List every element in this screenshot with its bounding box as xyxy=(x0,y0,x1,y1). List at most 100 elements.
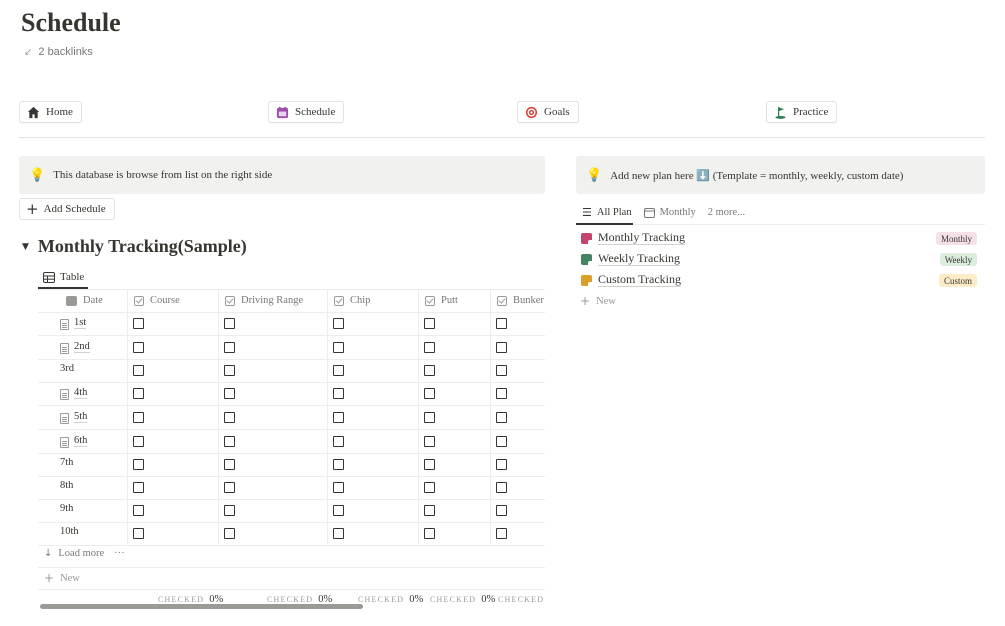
checkbox[interactable] xyxy=(133,342,144,353)
checkbox[interactable] xyxy=(333,388,344,399)
nav-home-button[interactable]: Home xyxy=(19,101,82,123)
checkbox[interactable] xyxy=(333,528,344,539)
checkbox[interactable] xyxy=(133,388,144,399)
table-row-date[interactable]: 6th xyxy=(60,434,88,448)
table-row-date[interactable]: 1st xyxy=(60,316,87,330)
column-header-label: Putt xyxy=(441,295,458,306)
checkbox[interactable] xyxy=(333,412,344,423)
column-header-label: Date xyxy=(83,295,103,306)
column-header-date[interactable]: Date xyxy=(59,289,127,312)
checkbox[interactable] xyxy=(133,528,144,539)
row-label: 8th xyxy=(60,480,74,491)
table-row-date[interactable]: 7th xyxy=(60,457,73,468)
checkbox[interactable] xyxy=(424,412,435,423)
tab-more[interactable]: 2 more... xyxy=(702,200,751,224)
checkbox[interactable] xyxy=(224,365,235,376)
checkbox[interactable] xyxy=(333,436,344,447)
checkbox[interactable] xyxy=(496,412,507,423)
checkbox[interactable] xyxy=(424,459,435,470)
tab-monthly[interactable]: Monthly xyxy=(638,200,702,224)
calc-putt[interactable]: CHECKED 0% xyxy=(430,594,495,605)
column-header-bunker[interactable]: Bunker xyxy=(490,289,545,312)
checkbox[interactable] xyxy=(496,528,507,539)
calc-chip[interactable]: CHECKED 0% xyxy=(358,594,423,605)
checkbox[interactable] xyxy=(496,365,507,376)
column-header-putt[interactable]: Putt xyxy=(418,289,490,312)
checkbox[interactable] xyxy=(224,436,235,447)
row-divider xyxy=(38,382,545,383)
load-more-button[interactable]: ↓ Load more ··· xyxy=(44,548,125,559)
checkbox[interactable] xyxy=(496,459,507,470)
checkbox[interactable] xyxy=(496,505,507,516)
lightbulb-icon: 💡 xyxy=(586,167,603,182)
checkbox[interactable] xyxy=(333,459,344,470)
column-header-driving-range[interactable]: Driving Range xyxy=(218,289,327,312)
nav-practice-button[interactable]: Practice xyxy=(766,101,838,123)
new-row-button[interactable]: + New xyxy=(44,571,80,585)
column-header-course[interactable]: Course xyxy=(127,289,218,312)
row-label: 4th xyxy=(74,386,88,400)
checkbox[interactable] xyxy=(224,505,235,516)
checkbox[interactable] xyxy=(496,482,507,493)
backlinks[interactable]: ↙ 2 backlinks xyxy=(24,46,93,58)
checkbox[interactable] xyxy=(333,365,344,376)
table-row-date[interactable]: 10th xyxy=(60,526,79,537)
checkbox[interactable] xyxy=(224,459,235,470)
plan-item-weekly[interactable]: Weekly Tracking xyxy=(581,251,681,267)
checkbox[interactable] xyxy=(133,365,144,376)
plan-item-monthly[interactable]: Monthly Tracking xyxy=(581,230,686,246)
nav-schedule-button[interactable]: Schedule xyxy=(268,101,345,123)
tab-all-plan[interactable]: ☰ All Plan xyxy=(576,200,638,224)
tab-label: 2 more... xyxy=(707,206,746,218)
checkbox[interactable] xyxy=(496,318,507,329)
plan-item-custom[interactable]: Custom Tracking xyxy=(581,272,682,288)
checkbox[interactable] xyxy=(224,342,235,353)
checkbox[interactable] xyxy=(424,342,435,353)
table-row-date[interactable]: 8th xyxy=(60,480,73,491)
checkbox[interactable] xyxy=(224,388,235,399)
checkbox[interactable] xyxy=(133,505,144,516)
checkbox[interactable] xyxy=(424,482,435,493)
triangle-down-icon[interactable]: ▼ xyxy=(22,242,29,252)
checkbox[interactable] xyxy=(424,528,435,539)
table-row-date[interactable]: 4th xyxy=(60,386,88,400)
checkbox[interactable] xyxy=(133,482,144,493)
checkbox[interactable] xyxy=(133,412,144,423)
horizontal-scrollbar[interactable] xyxy=(40,604,363,609)
checkbox[interactable] xyxy=(224,318,235,329)
checkbox[interactable] xyxy=(133,318,144,329)
table-row-date[interactable]: 2nd xyxy=(60,340,90,354)
checkbox[interactable] xyxy=(496,436,507,447)
checkbox[interactable] xyxy=(424,436,435,447)
table-row-date[interactable]: 9th xyxy=(60,503,73,514)
table-row-date[interactable]: 5th xyxy=(60,410,88,424)
new-plan-button[interactable]: + New xyxy=(580,294,616,308)
calendar-icon xyxy=(276,106,289,118)
checkbox[interactable] xyxy=(133,459,144,470)
checkbox[interactable] xyxy=(333,318,344,329)
checkbox[interactable] xyxy=(496,342,507,353)
plus-icon: + xyxy=(580,294,591,308)
checkbox[interactable] xyxy=(424,388,435,399)
checkbox[interactable] xyxy=(133,436,144,447)
table-row-date[interactable]: 3rd xyxy=(60,363,74,374)
add-schedule-button[interactable]: + Add Schedule xyxy=(19,198,115,220)
row-label: 5th xyxy=(74,410,88,424)
checkbox[interactable] xyxy=(424,505,435,516)
more-options-icon[interactable]: ··· xyxy=(114,548,125,559)
checkbox[interactable] xyxy=(424,318,435,329)
checkbox[interactable] xyxy=(424,365,435,376)
calc-bunker[interactable]: CHECKED0 xyxy=(498,594,545,605)
left-callout: 💡 This database is browse from list on t… xyxy=(19,156,545,194)
checkbox[interactable] xyxy=(333,482,344,493)
column-header-chip[interactable]: Chip xyxy=(327,289,418,312)
checkbox[interactable] xyxy=(224,412,235,423)
nav-goals-button[interactable]: Goals xyxy=(517,101,579,123)
checkbox[interactable] xyxy=(224,482,235,493)
checkbox[interactable] xyxy=(333,505,344,516)
checkbox[interactable] xyxy=(224,528,235,539)
checkbox[interactable] xyxy=(333,342,344,353)
checkbox[interactable] xyxy=(496,388,507,399)
section-toggle[interactable]: ▼ Monthly Tracking(Sample) xyxy=(22,236,247,257)
tab-table[interactable]: Table xyxy=(38,266,89,288)
